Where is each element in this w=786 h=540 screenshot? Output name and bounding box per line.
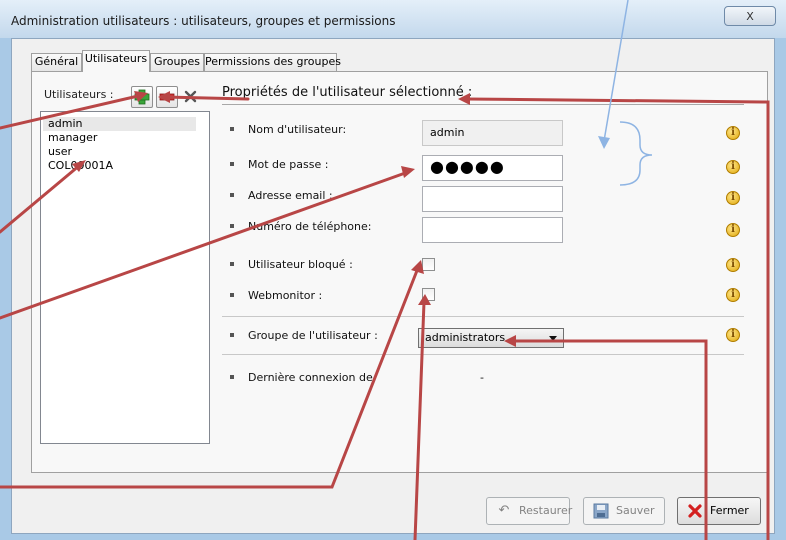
webmonitor-checkbox[interactable] <box>422 288 435 301</box>
phone-field[interactable] <box>422 217 563 243</box>
bullet-icon <box>230 162 234 166</box>
blocked-label: Utilisateur bloqué : <box>248 258 353 271</box>
webmonitor-label: Webmonitor : <box>248 289 323 302</box>
info-icon[interactable]: i <box>726 328 740 342</box>
bullet-icon <box>230 224 234 228</box>
remove-user-button[interactable] <box>156 86 178 108</box>
password-label: Mot de passe : <box>248 158 329 171</box>
delete-user-button[interactable] <box>181 86 203 108</box>
bullet-icon <box>230 375 234 379</box>
email-field[interactable] <box>422 186 563 212</box>
user-item-manager[interactable]: manager <box>43 131 196 145</box>
email-label: Adresse email : <box>248 189 333 202</box>
phone-label: Numéro de téléphone: <box>248 220 372 233</box>
info-icon[interactable]: i <box>726 126 740 140</box>
tab-users[interactable]: Utilisateurs <box>82 50 150 72</box>
bullet-icon <box>230 293 234 297</box>
tab-general[interactable]: Général <box>31 53 82 71</box>
bullet-icon <box>230 193 234 197</box>
chevron-down-icon <box>549 336 557 341</box>
info-icon[interactable]: i <box>726 160 740 174</box>
restore-label: Restaurer <box>519 504 573 517</box>
properties-title: Propriétés de l'utilisateur sélectionné … <box>222 85 473 100</box>
delete-x-icon <box>184 90 197 103</box>
window-title: Administration utilisateurs : utilisateu… <box>11 14 396 28</box>
floppy-disk-icon <box>593 503 609 519</box>
group-select[interactable]: administrators <box>418 328 564 348</box>
info-icon[interactable]: i <box>726 258 740 272</box>
restore-button[interactable]: ↶ Restaurer <box>486 497 573 525</box>
last-login-label: Dernière connexion de <box>248 371 373 384</box>
tab-groups[interactable]: Groupes <box>150 53 204 71</box>
last-login-value: - <box>480 371 484 384</box>
properties-divider <box>222 104 744 105</box>
group-label: Groupe de l'utilisateur : <box>248 329 378 342</box>
separator <box>222 354 744 355</box>
users-list[interactable]: admin manager user COL00001A <box>40 111 210 444</box>
group-select-value: administrators <box>425 331 506 344</box>
add-user-button[interactable] <box>131 86 153 108</box>
bullet-icon <box>230 127 234 131</box>
add-user-icon <box>134 89 150 105</box>
save-button[interactable]: Sauver <box>583 497 665 525</box>
password-field[interactable]: ●●●●● <box>422 155 563 181</box>
red-x-icon <box>687 503 703 519</box>
username-label: Nom d'utilisateur: <box>248 123 347 136</box>
user-item-admin[interactable]: admin <box>43 117 196 131</box>
username-field: admin <box>422 120 563 146</box>
remove-user-icon <box>159 93 175 101</box>
close-button[interactable]: Fermer <box>677 497 761 525</box>
user-item-user[interactable]: user <box>43 145 196 159</box>
blocked-checkbox[interactable] <box>422 258 435 271</box>
info-icon[interactable]: i <box>726 223 740 237</box>
bullet-icon <box>230 262 234 266</box>
save-label: Sauver <box>616 504 655 517</box>
tab-group-permissions[interactable]: Permissions des groupes <box>204 53 341 71</box>
bullet-icon <box>230 333 234 337</box>
info-icon[interactable]: i <box>726 288 740 302</box>
window-close-button[interactable]: X <box>724 6 776 26</box>
info-icon[interactable]: i <box>726 191 740 205</box>
undo-icon: ↶ <box>498 503 510 518</box>
users-list-label: Utilisateurs : <box>44 88 114 101</box>
separator <box>222 316 744 317</box>
close-label: Fermer <box>710 504 749 517</box>
user-item-col00001a[interactable]: COL00001A <box>43 159 196 173</box>
tab-bar: Général Utilisateurs Groupes Permissions… <box>31 50 351 72</box>
